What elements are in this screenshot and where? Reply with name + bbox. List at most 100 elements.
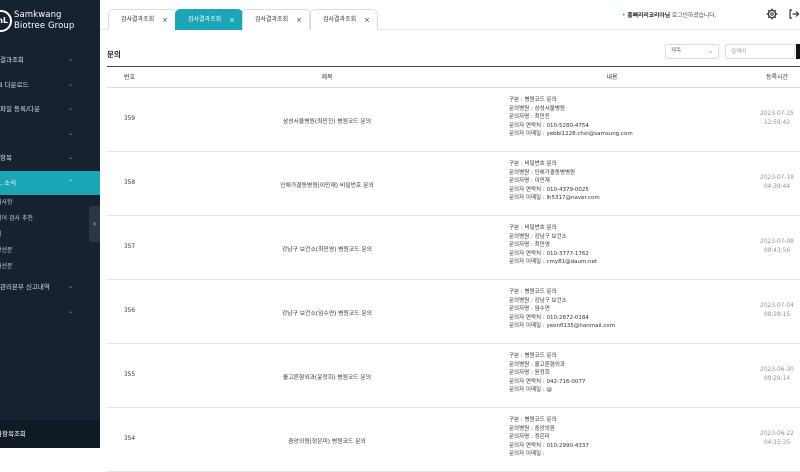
sidebar-subitem-3[interactable]: 계 — [0, 227, 100, 243]
sidebar-subitem-label: 당선문 — [0, 247, 13, 254]
column-header-number[interactable]: 번호 — [107, 67, 152, 88]
row-title[interactable]: 올고른형외과(윤정희) 병원코드 문의 — [152, 372, 502, 381]
sidebar-collapse-button[interactable]: ‹ — [89, 206, 100, 242]
inquiry-table: 번호 제목 내용 등록시간 359 삼성서울병원(최민진) 병원코드 문의 구분… — [107, 66, 800, 472]
column-header-date[interactable]: 등록시간 — [747, 67, 800, 88]
sidebar-menu: 사결과조회 ⌄ EB 다운로드 ⌄ 누파일 등록/다운 ⌄ 체⌄ 사항목 ⌄ 보, 소식… — [0, 48, 100, 324]
sidebar-item-test-items[interactable]: 사항목 ⌄ — [0, 146, 100, 171]
content-line: 구분 : 병원코드 문의 — [509, 97, 557, 103]
content-line: 문의자 연락처 : 010-2872-0184 — [509, 314, 589, 321]
row-content: 구분 : 비밀번호 문의 문의병원 : 인애가결동병병원 문의자명 : 이민재 … — [509, 160, 709, 203]
content-line: 문의병원 : 삼성서울병원 — [509, 105, 565, 112]
brand-name-line1: Samkwang — [14, 10, 62, 20]
content-line: 문의자 이메일 : @ — [509, 387, 552, 394]
close-icon[interactable]: × — [229, 10, 235, 30]
chevron-up-icon: ⌃ — [67, 178, 73, 186]
column-header-content[interactable]: 내용 — [502, 67, 722, 88]
page-title: 문의 — [107, 50, 121, 59]
row-title[interactable]: 인애가결동병원(이민재) 비밀번호 문의 — [152, 180, 502, 189]
brand-logo[interactable]: nL Samkwang Biotree Group — [0, 0, 100, 48]
row-date-day: 2023-07-18 — [760, 175, 794, 181]
close-icon[interactable]: × — [364, 10, 370, 30]
tab-results-4[interactable]: 검사결과조회 × — [310, 9, 378, 30]
row-date-time: 04:15:35 — [763, 440, 791, 446]
main-area: 검사결과조회 × 검사결과조회 × 검사결과조회 × 검사결과조회 × • 홍삐리리코리… — [100, 0, 800, 472]
row-title[interactable]: 중앙의원(정은미) 병원코드 문의 — [152, 436, 502, 445]
table-row[interactable]: 354 중앙의원(정은미) 병원코드 문의 구분 : 병원코드 문의 문의병원 … — [107, 408, 800, 472]
row-date-day: 2023-07-25 — [760, 111, 794, 117]
gear-icon[interactable] — [766, 8, 778, 20]
sidebar-item-web-download[interactable]: EB 다운로드 ⌄ — [0, 73, 100, 98]
content-line: 구분 : 비밀번호 문의 — [509, 225, 557, 231]
sidebar-item-settings[interactable]: 정⌄ — [0, 300, 100, 325]
close-icon[interactable]: × — [162, 10, 168, 30]
tab-results-3[interactable]: 검사결과조회 × — [242, 9, 310, 30]
row-date: 2023-07-04 08:28:15 — [747, 302, 800, 320]
sidebar-subitem-label: 대선문 — [0, 263, 13, 270]
table-row[interactable]: 359 삼성서울병원(최민진) 병원코드 문의 구분 : 병원코드 문의 문의병… — [107, 88, 800, 152]
close-icon[interactable]: × — [296, 10, 302, 30]
content-line: 문의자 연락처 : 010-4379-0025 — [509, 186, 589, 193]
notice-text: 로그인하셨습니다. — [670, 13, 717, 19]
row-date-day: 2023-07-08 — [760, 239, 794, 245]
row-number: 357 — [123, 244, 136, 250]
row-title[interactable]: 강남구 보건소(임수연) 병원코드 문의 — [152, 308, 502, 317]
logout-icon[interactable] — [788, 8, 800, 20]
content-line: 문의자 연락처 : 042-716-0077 — [509, 378, 586, 385]
content-line: 문의자명 : 정은미 — [509, 434, 550, 441]
row-content: 구분 : 병원코드 문의 문의병원 : 올고른형외과 문의자명 : 윤정희 문의… — [509, 352, 709, 395]
row-title[interactable]: 삼성서울병원(최민진) 병원코드 문의 — [152, 116, 502, 125]
content-line: 문의자 이메일 : yeonfl135@hanmail.com — [509, 323, 616, 330]
sidebar-subitem-4[interactable]: 당선문 — [0, 243, 100, 259]
sidebar-item-kcdc-report[interactable]: 병관리본부 신고내역 ⌄ — [0, 275, 100, 300]
chevron-down-icon: ⌄ — [67, 307, 73, 315]
chevron-down-icon: ⌄ — [67, 56, 73, 63]
table-row[interactable]: 357 강남구 보건소(최민영) 병원코드 문의 구분 : 비밀번호 문의 문의… — [107, 216, 800, 280]
tab-results-1[interactable]: 검사결과조회 × — [108, 9, 176, 30]
table-row[interactable]: 355 올고른형외과(윤정희) 병원코드 문의 구분 : 병원코드 문의 문의병… — [107, 344, 800, 408]
sidebar-item-results[interactable]: 사결과조회 ⌄ — [0, 48, 100, 73]
row-content: 구분 : 병원코드 문의 문의병원 : 삼성서울병원 문의자명 : 최민진 문의… — [509, 96, 709, 139]
chevron-down-icon: ⌄ — [707, 48, 713, 55]
content-line: 문의병원 : 강남구 보건소 — [509, 233, 567, 240]
sidebar-item-label: 누파일 등록/다운 — [0, 105, 41, 113]
table-row[interactable]: 356 강남구 보건소(임수연) 병원코드 문의 구분 : 병원코드 문의 문의… — [107, 280, 800, 344]
content-line: 문의자명 : 이민재 — [509, 178, 550, 185]
row-date: 2023-06-30 09:29:14 — [747, 366, 800, 384]
row-date-time: 12:59:42 — [763, 120, 791, 126]
search-input[interactable] — [725, 44, 795, 59]
content-line: 문의병원 : 올고른형외과 — [509, 361, 565, 368]
search-button[interactable] — [796, 44, 800, 59]
row-content: 구분 : 비밀번호 문의 문의병원 : 강남구 보건소 문의자명 : 최민영 문… — [509, 224, 709, 267]
row-number: 356 — [123, 308, 136, 314]
tab-label: 검사결과조회 — [323, 16, 357, 23]
tab-label: 검사결과조회 — [121, 16, 155, 23]
chevron-down-icon: ⌄ — [67, 129, 73, 137]
content-line: 문의병원 : 강남구 보건소 — [509, 297, 567, 304]
sidebar-item-news[interactable]: 보, 소식 ⌃ — [0, 170, 100, 195]
sidebar-item-label: 보, 소식 — [0, 178, 17, 187]
table-row[interactable]: 358 인애가결동병원(이민재) 비밀번호 문의 구분 : 비밀번호 문의 문의… — [107, 152, 800, 216]
sidebar-subitem-5[interactable]: 대선문 — [0, 259, 100, 275]
sidebar-subitem-label: 걸어 검사 추천 — [0, 215, 33, 222]
sidebar-subitem-notice[interactable]: 지사항 — [0, 195, 100, 211]
sidebar: nL Samkwang Biotree Group 사결과조회 ⌄ EB 다운로드… — [0, 0, 100, 448]
search-field-select[interactable]: 제목 ⌄ — [665, 44, 719, 59]
sidebar-item-specimen[interactable]: 체⌄ — [0, 122, 100, 147]
chevron-down-icon: ⌄ — [67, 283, 73, 290]
content-line: 문의자명 : 윤정희 — [509, 370, 550, 377]
row-title[interactable]: 강남구 보건소(최민영) 병원코드 문의 — [152, 244, 502, 253]
sidebar-item-label: 사결과조회 — [0, 56, 24, 64]
sidebar-bottom-item[interactable]: 사항목조회 — [0, 420, 100, 448]
column-header-title[interactable]: 제목 — [152, 67, 502, 88]
content-line: 문의자명 : 임수연 — [509, 306, 550, 313]
sidebar-subitem-recommend[interactable]: 걸어 검사 추천 — [0, 211, 100, 227]
login-notice: • 홍삐리리코리아님 로그인하셨습니다. — [622, 10, 716, 19]
sidebar-item-file-upload[interactable]: 누파일 등록/다운 ⌄ — [0, 97, 100, 122]
tab-results-2[interactable]: 검사결과조회 × — [175, 9, 243, 30]
row-date-time: 08:28:15 — [763, 312, 791, 318]
row-date-time: 09:29:14 — [763, 376, 791, 382]
row-date: 2023-06-22 04:15:35 — [747, 430, 800, 448]
row-date: 2023-07-25 12:59:42 — [747, 110, 800, 128]
content-line: 문의자 이메일 : cmy81@daum.net — [509, 259, 598, 266]
